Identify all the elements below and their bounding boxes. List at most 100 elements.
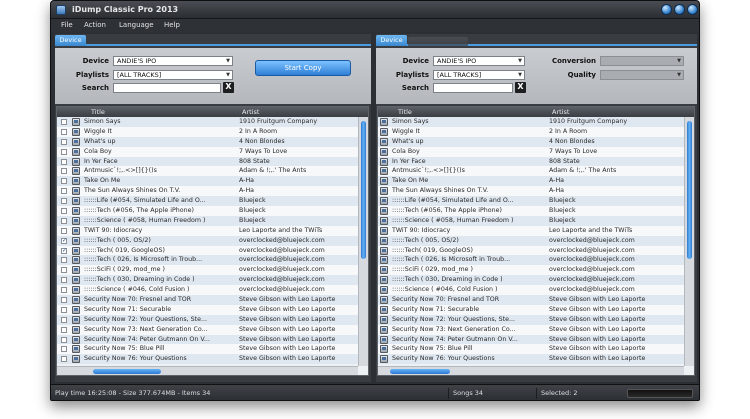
column-title-header[interactable]: Title xyxy=(91,107,105,117)
tab-source-device[interactable]: Device xyxy=(55,35,86,46)
row-checkbox[interactable] xyxy=(61,257,67,264)
source-vertical-scrollbar[interactable] xyxy=(358,117,368,366)
table-row[interactable]: ::::::SciFi ( 029, mod_me ) overclocked@b… xyxy=(378,265,684,276)
table-row[interactable]: TWiT 90: Idiocracy Leo Laporte and the TW… xyxy=(378,225,684,236)
table-row[interactable]: ::::::Science ( #046, Cold Fusion ) overc… xyxy=(378,285,684,296)
table-row[interactable]: Wiggle It 2 In A Room xyxy=(378,126,684,137)
tab-destination-device[interactable]: Device xyxy=(376,35,407,46)
table-row[interactable]: Antmusic`!;,.<>[]{}()s Adam & !;,.' The A… xyxy=(57,166,358,177)
table-row[interactable]: In Yer Face 808 State xyxy=(378,156,684,167)
table-row[interactable]: ::::::Tech ( 026, Is Microsoft in Troub.… xyxy=(378,255,684,266)
dest-column-artist-header[interactable]: Artist xyxy=(552,107,569,117)
row-checkbox[interactable] xyxy=(61,287,67,294)
table-row[interactable]: Security Now 70: Fresnel and TOR Steve Gi… xyxy=(57,295,358,305)
source-vertical-scroll-thumb[interactable] xyxy=(361,121,366,259)
table-row[interactable]: Security Now 72: Your Questions, Ste... S… xyxy=(57,314,358,325)
table-row[interactable]: Security Now 73: Next Generation Co... St… xyxy=(57,324,358,335)
row-checkbox[interactable] xyxy=(61,158,67,165)
row-checkbox[interactable] xyxy=(61,138,67,145)
row-checkbox[interactable] xyxy=(61,128,67,135)
start-copy-button[interactable]: Start Copy xyxy=(255,60,351,76)
dest-clear-search-button[interactable]: X xyxy=(515,82,526,93)
row-checkbox[interactable]: ✓ xyxy=(61,237,67,244)
dest-device-select[interactable]: ANDIE'S IPO ▼ xyxy=(433,56,525,66)
row-checkbox[interactable] xyxy=(61,306,67,313)
dest-search-input[interactable] xyxy=(433,83,513,93)
dest-vertical-scrollbar[interactable] xyxy=(684,117,694,366)
close-button[interactable] xyxy=(687,4,698,15)
table-row[interactable]: Security Now 71: Securable Steve Gibson w… xyxy=(57,304,358,315)
row-checkbox[interactable] xyxy=(61,356,67,363)
clear-search-button[interactable]: X xyxy=(223,82,234,93)
table-row[interactable]: ::::::Science ( #058, Human Freedom ) Blu… xyxy=(378,215,684,226)
table-row[interactable]: ::::::Tech( 019, GoogleOS) overclocked@bl… xyxy=(378,245,684,256)
row-checkbox[interactable] xyxy=(61,267,67,274)
tab-destination-inactive[interactable] xyxy=(408,37,468,46)
table-row[interactable]: Security Now 72: Your Questions, Ste... S… xyxy=(378,314,684,325)
table-row[interactable]: The Sun Always Shines On T.V. A-Ha xyxy=(378,186,684,197)
table-row[interactable]: Security Now 76: Your Questions Steve Gib… xyxy=(57,354,358,365)
row-checkbox[interactable] xyxy=(61,188,67,195)
menu-language[interactable]: Language xyxy=(119,21,154,29)
row-checkbox[interactable] xyxy=(61,277,67,284)
source-horizontal-scrollbar[interactable] xyxy=(57,366,358,375)
row-checkbox[interactable] xyxy=(61,119,67,125)
table-row[interactable]: Antmusic`!;,.<>[]{}()s Adam & !;,.' The A… xyxy=(378,166,684,177)
table-row[interactable]: ::::::Tech ( 030, Dreaming in Code ) over… xyxy=(378,275,684,286)
table-row[interactable]: Wiggle It 2 In A Room xyxy=(57,126,358,137)
table-row[interactable]: Simon Says 1910 Fruitgum Company xyxy=(378,117,684,127)
table-row[interactable]: What's up 4 Non Blondes xyxy=(378,136,684,147)
row-checkbox[interactable] xyxy=(61,316,67,323)
row-checkbox[interactable]: ✓ xyxy=(61,247,67,254)
row-checkbox[interactable] xyxy=(61,208,67,215)
table-row[interactable]: Security Now 70: Fresnel and TOR Steve Gi… xyxy=(378,295,684,305)
table-row[interactable]: In Yer Face 808 State xyxy=(57,156,358,167)
row-checkbox[interactable] xyxy=(61,178,67,185)
table-row[interactable]: ✓::::::Tech ( 005, OS/2) overclocked@blue… xyxy=(57,235,358,246)
table-row[interactable]: Take On Me A-Ha xyxy=(57,176,358,187)
table-row[interactable]: ✓::::::Tech( 019, GoogleOS) overclocked@b… xyxy=(57,245,358,256)
table-row[interactable]: ::::::Science ( #058, Human Freedom ) Blu… xyxy=(57,215,358,226)
table-row[interactable]: Security Now 76: Your Questions Steve Gib… xyxy=(378,354,684,365)
column-artist-header[interactable]: Artist xyxy=(242,107,259,117)
table-row[interactable]: ::::::Tech (#056, The Apple iPhone) Bluej… xyxy=(57,206,358,216)
row-checkbox[interactable] xyxy=(61,346,67,353)
table-row[interactable]: ::::::Tech ( 005, OS/2) overclocked@bluej… xyxy=(378,235,684,246)
conversion-select[interactable]: ▼ xyxy=(600,56,684,66)
menu-action[interactable]: Action xyxy=(84,21,106,29)
table-row[interactable]: The Sun Always Shines On T.V. A-Ha xyxy=(57,186,358,197)
row-checkbox[interactable] xyxy=(61,148,67,155)
table-row[interactable]: ::::::Science ( #046, Cold Fusion ) overc… xyxy=(57,285,358,296)
dest-horizontal-scrollbar[interactable] xyxy=(378,366,684,375)
table-row[interactable]: ::::::Life (#054, Simulated Life and O..… xyxy=(378,196,684,207)
dest-horizontal-scroll-thumb[interactable] xyxy=(390,369,450,374)
dest-column-title-header[interactable]: Title xyxy=(398,107,412,117)
table-row[interactable]: ::::::SciFi ( 029, mod_me ) overclocked@b… xyxy=(57,265,358,276)
row-checkbox[interactable] xyxy=(61,336,67,343)
table-row[interactable]: ::::::Tech ( 026, Is Microsoft in Troub.… xyxy=(57,255,358,266)
playlists-select[interactable]: [ALL TRACKS] ▼ xyxy=(113,70,233,80)
table-row[interactable]: Security Now 75: Blue Pill Steve Gibson w… xyxy=(57,344,358,355)
dest-vertical-scroll-thumb[interactable] xyxy=(687,121,692,259)
row-checkbox[interactable] xyxy=(61,297,67,304)
table-row[interactable]: What's up 4 Non Blondes xyxy=(57,136,358,147)
table-row[interactable]: Security Now 71: Securable Steve Gibson w… xyxy=(378,304,684,315)
table-row[interactable]: Security Now 75: Blue Pill Steve Gibson w… xyxy=(378,344,684,355)
row-checkbox[interactable] xyxy=(61,227,67,234)
table-row[interactable]: Simon Says 1910 Fruitgum Company xyxy=(57,117,358,127)
dest-playlists-select[interactable]: [ALL TRACKS] ▼ xyxy=(433,70,525,80)
row-checkbox[interactable] xyxy=(61,217,67,224)
device-select[interactable]: ANDIE'S IPO ▼ xyxy=(113,56,233,66)
table-row[interactable]: Cola Boy 7 Ways To Love xyxy=(378,146,684,157)
table-row[interactable]: Take On Me A-Ha xyxy=(378,176,684,187)
menu-file[interactable]: File xyxy=(61,21,73,29)
quality-select[interactable]: ▼ xyxy=(600,70,684,80)
row-checkbox[interactable] xyxy=(61,198,67,205)
row-checkbox[interactable] xyxy=(61,168,67,175)
table-row[interactable]: Security Now 74: Peter Gutmann On V... St… xyxy=(57,334,358,345)
table-row[interactable]: Cola Boy 7 Ways To Love xyxy=(57,146,358,157)
table-row[interactable]: TWiT 90: Idiocracy Leo Laporte and the TW… xyxy=(57,225,358,236)
row-checkbox[interactable] xyxy=(61,326,67,333)
search-input[interactable] xyxy=(113,83,221,93)
maximize-button[interactable] xyxy=(674,4,685,15)
